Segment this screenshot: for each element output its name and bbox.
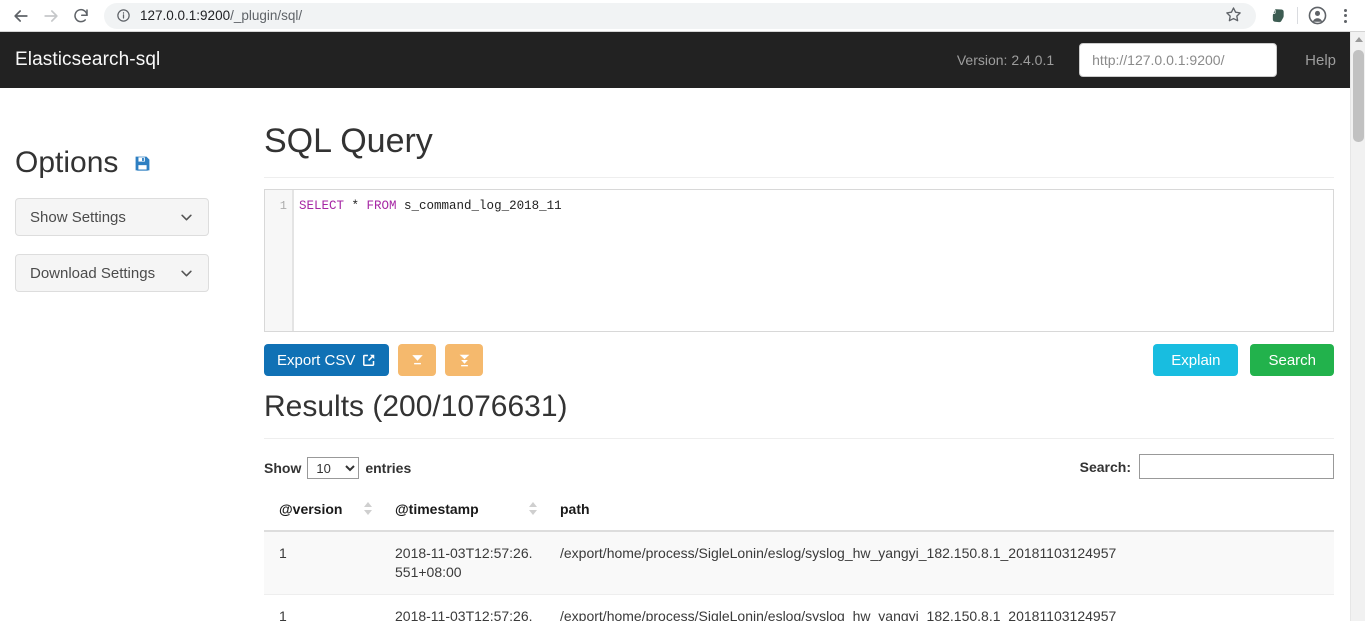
three-dots-menu-icon xyxy=(1343,8,1347,23)
table-row[interactable]: 1 2018-11-03T12:57:26.552+08:00 /export/… xyxy=(264,594,1334,621)
page-title: SQL Query xyxy=(264,122,433,160)
page-scrollbar[interactable] xyxy=(1350,32,1365,621)
arrow-left-icon xyxy=(14,9,28,22)
browser-menu-button[interactable] xyxy=(1331,2,1359,30)
table-row[interactable]: 1 2018-11-03T12:57:26.551+08:00 /export/… xyxy=(264,531,1334,595)
sidebar-panel-download-settings[interactable]: Download Settings xyxy=(15,254,209,292)
chevron-down-icon xyxy=(179,266,194,281)
entries-label: entries xyxy=(365,460,412,476)
sql-keyword-from: FROM xyxy=(366,199,397,213)
toolbar-divider xyxy=(1297,7,1298,24)
sql-code-area[interactable]: SELECT * FROM s_command_log_2018_11 xyxy=(293,190,1333,331)
line-number-1: 1 xyxy=(279,199,287,213)
table-search-input[interactable] xyxy=(1139,454,1334,479)
browser-back-button[interactable] xyxy=(6,1,36,31)
export-csv-label: Export CSV xyxy=(277,351,356,369)
show-settings-label: Show Settings xyxy=(30,208,126,226)
sql-table-name: s_command_log_2018_11 xyxy=(396,199,562,213)
user-profile-icon xyxy=(1308,6,1326,25)
table-search-label: Search: xyxy=(1079,458,1131,475)
title-divider xyxy=(264,177,1334,178)
download-json-button[interactable] xyxy=(445,344,484,376)
url-path: /_plugin/sql/ xyxy=(230,8,303,23)
download-settings-label: Download Settings xyxy=(30,264,156,282)
sql-editor[interactable]: 1 SELECT * FROM s_command_log_2018_11 xyxy=(264,189,1334,332)
cell-path: /export/home/process/SigleLonin/eslog/sy… xyxy=(545,531,1334,595)
navbar-right-group: Version: 2.4.0.1 Help xyxy=(957,43,1350,77)
options-title: Options xyxy=(15,146,119,179)
results-table-body: 1 2018-11-03T12:57:26.551+08:00 /export/… xyxy=(264,531,1334,621)
external-link-icon xyxy=(362,353,376,367)
chevron-down-icon xyxy=(179,210,194,225)
extension-button[interactable] xyxy=(1264,2,1292,30)
address-bar-url: 127.0.0.1:9200/_plugin/sql/ xyxy=(140,8,1224,23)
cell-version: 1 xyxy=(264,594,380,621)
cell-timestamp: 2018-11-03T12:57:26.551+08:00 xyxy=(380,531,545,595)
app-brand-title: Elasticsearch-sql xyxy=(15,49,161,70)
profile-button[interactable] xyxy=(1303,2,1331,30)
cell-timestamp: 2018-11-03T12:57:26.552+08:00 xyxy=(380,594,545,621)
arrow-right-icon xyxy=(44,9,58,22)
floppy-save-icon[interactable] xyxy=(134,155,151,172)
sidebar: Options Show Settings Download Settings xyxy=(0,88,248,292)
show-label: Show xyxy=(264,460,302,476)
table-controls: Show 10 entries Search: xyxy=(264,451,1334,485)
editor-line-gutter: 1 xyxy=(265,190,293,331)
sidebar-panel-show-settings[interactable]: Show Settings xyxy=(15,198,209,236)
info-circle-icon[interactable] xyxy=(116,8,131,23)
version-label: Version: 2.4.0.1 xyxy=(956,52,1055,68)
sort-arrows-icon xyxy=(529,502,537,515)
browser-toolbar: 127.0.0.1:9200/_plugin/sql/ xyxy=(0,0,1365,32)
results-divider xyxy=(264,438,1334,439)
page-viewport: Elasticsearch-sql Version: 2.4.0.1 Help … xyxy=(0,32,1365,621)
table-search-group: Search: xyxy=(1080,454,1334,479)
bookmark-star-icon[interactable] xyxy=(1224,5,1246,27)
browser-forward-button[interactable] xyxy=(36,1,66,31)
main-content: SQL Query 1 SELECT * FROM s_command_log_… xyxy=(248,88,1350,621)
timestamp-value: 2018-11-03T12:57:26.551+08:00 xyxy=(395,545,533,580)
search-button[interactable]: Search xyxy=(1250,344,1334,376)
compress-view-button[interactable] xyxy=(398,344,437,376)
sql-star: * xyxy=(344,199,367,213)
action-button-row: Export CSV Explain Search xyxy=(264,344,1334,376)
entries-per-page-select[interactable]: 10 xyxy=(307,457,360,479)
results-title: Results (200/1076631) xyxy=(264,390,568,423)
timestamp-value: 2018-11-03T12:57:26.552+08:00 xyxy=(395,608,533,621)
column-header-version[interactable]: @version xyxy=(264,501,380,532)
options-header: Options xyxy=(15,146,248,180)
results-table-head: @version @timestamp path xyxy=(264,501,1334,532)
cell-version: 1 xyxy=(264,531,380,595)
sort-arrows-icon xyxy=(364,502,372,515)
column-header-timestamp[interactable]: @timestamp xyxy=(380,501,545,532)
url-host: 127.0.0.1:9200 xyxy=(140,8,231,23)
help-link[interactable]: Help xyxy=(1305,52,1336,69)
address-bar[interactable]: 127.0.0.1:9200/_plugin/sql/ xyxy=(104,2,1256,29)
reload-icon xyxy=(74,8,88,22)
evernote-extension-icon xyxy=(1271,9,1284,23)
scrollbar-up-arrow[interactable] xyxy=(1351,32,1365,47)
explain-button[interactable]: Explain xyxy=(1153,344,1239,376)
show-entries-group: Show 10 entries xyxy=(264,457,411,479)
export-csv-button[interactable]: Export CSV xyxy=(264,344,390,376)
browser-reload-button[interactable] xyxy=(66,1,96,31)
scrollbar-thumb[interactable] xyxy=(1353,50,1364,142)
elasticsearch-url-input[interactable] xyxy=(1079,43,1278,77)
results-table: @version @timestamp path 1 2018-11-03T12… xyxy=(264,501,1334,621)
column-label-version: @version xyxy=(279,501,343,517)
cell-path: /export/home/process/SigleLonin/eslog/sy… xyxy=(545,594,1334,621)
download-arrow-icon xyxy=(457,353,472,368)
column-label-timestamp: @timestamp xyxy=(395,501,479,517)
app-navbar: Elasticsearch-sql Version: 2.4.0.1 Help xyxy=(0,32,1350,88)
sql-keyword-select: SELECT xyxy=(299,199,345,213)
column-label-path: path xyxy=(560,501,590,517)
table-header-row: @version @timestamp path xyxy=(264,501,1334,532)
compress-arrow-icon xyxy=(410,353,425,368)
column-header-path[interactable]: path xyxy=(545,501,1334,532)
